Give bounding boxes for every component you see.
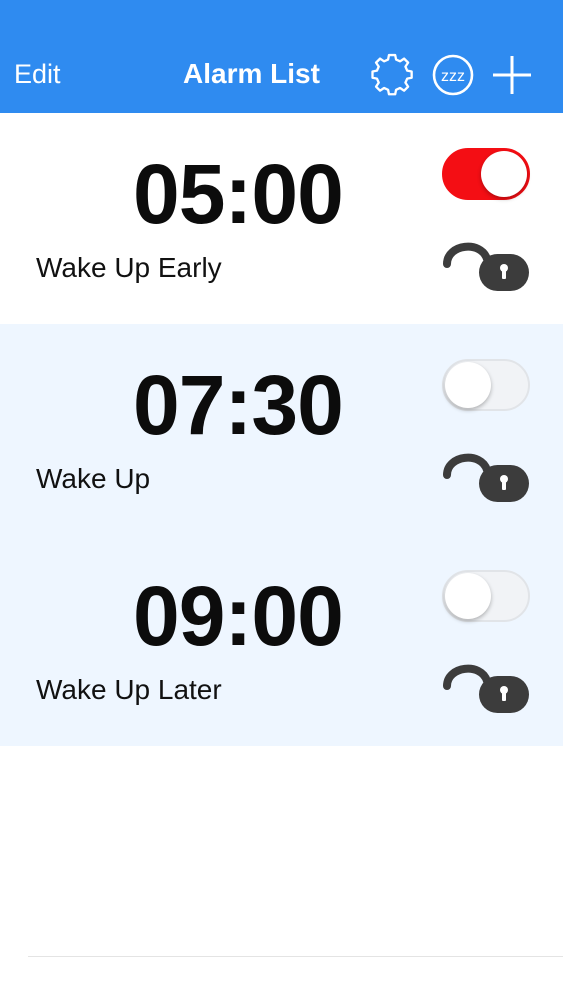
alarm-toggle[interactable] (442, 359, 530, 411)
page-title: Alarm List (183, 58, 320, 89)
unlocked-lock-icon[interactable] (441, 656, 531, 716)
alarm-label: Wake Up (36, 463, 151, 494)
unlocked-lock-icon[interactable] (441, 234, 531, 294)
gear-icon[interactable] (370, 53, 414, 97)
navigation-bar: Edit Alarm List zzz (0, 0, 563, 113)
alarm-time: 09:00 (133, 569, 344, 663)
toggle-knob (445, 573, 491, 619)
alarm-time: 07:30 (133, 358, 344, 452)
snooze-glyph: zzz (441, 68, 465, 85)
alarm-row[interactable]: 09:00 Wake Up Later (0, 535, 563, 746)
plus-icon[interactable] (490, 53, 534, 97)
unlocked-lock-icon[interactable] (441, 445, 531, 505)
snooze-icon[interactable]: zzz (431, 53, 475, 97)
alarm-row[interactable]: 05:00 Wake Up Early (0, 113, 563, 324)
alarm-row[interactable]: 07:30 Wake Up (0, 324, 563, 535)
toggle-knob (445, 362, 491, 408)
bottom-divider (28, 956, 563, 957)
edit-button[interactable]: Edit (14, 55, 61, 93)
alarm-toggle[interactable] (442, 148, 530, 200)
alarm-label: Wake Up Later (36, 674, 222, 705)
alarm-time: 05:00 (133, 147, 344, 241)
alarm-list: 05:00 Wake Up Early 07:30 Wake Up 09:00 … (0, 113, 563, 746)
alarm-toggle[interactable] (442, 570, 530, 622)
alarm-label: Wake Up Early (36, 252, 222, 283)
toggle-knob (481, 151, 527, 197)
